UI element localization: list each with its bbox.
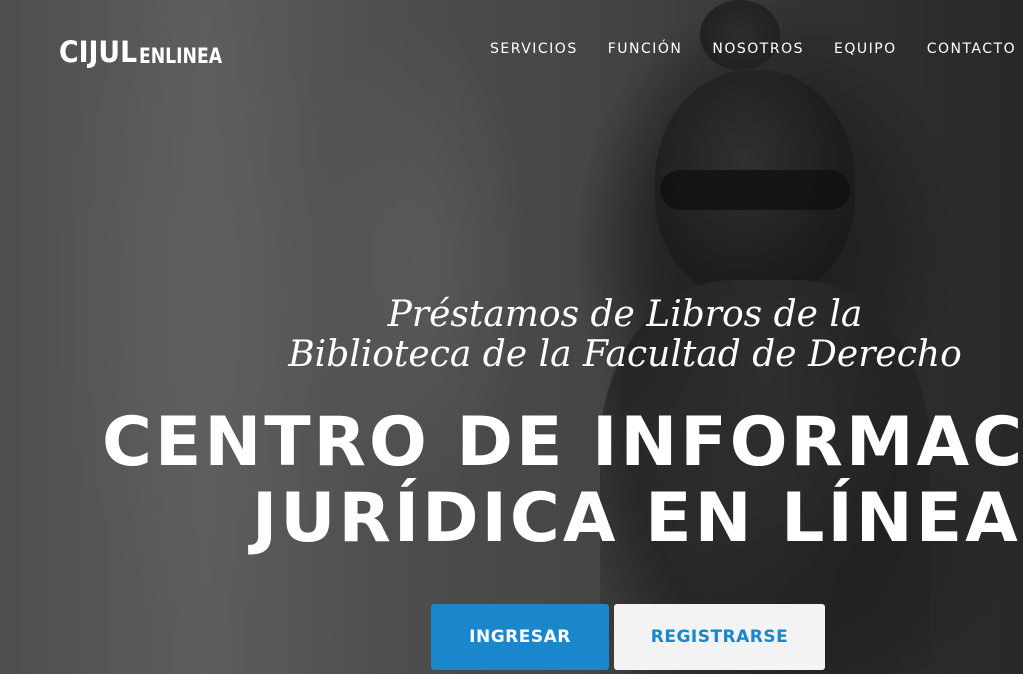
hero-buttons: INGRESAR REGISTRARSE bbox=[431, 604, 825, 670]
nav-item-funcion[interactable]: FUNCIÓN bbox=[608, 41, 683, 57]
hero-section: CIJUL ENLINEA SERVICIOS FUNCIÓN NOSOTROS… bbox=[0, 0, 1023, 674]
hero-title-line2: JURÍDICA EN LÍNEA bbox=[252, 479, 1021, 558]
hero-content: Préstamos de Libros de la Biblioteca de … bbox=[0, 0, 1023, 674]
registrarse-button[interactable]: REGISTRARSE bbox=[614, 604, 825, 670]
hero-title: CENTRO DE INFORMACIÓN JURÍDICA EN LÍNEA bbox=[102, 405, 1023, 557]
site-header: CIJUL ENLINEA SERVICIOS FUNCIÓN NOSOTROS… bbox=[0, 0, 1023, 100]
nav-item-nosotros[interactable]: NOSOTROS bbox=[712, 41, 804, 57]
ingresar-button[interactable]: INGRESAR bbox=[431, 604, 609, 670]
hero-subtitle-line2: Biblioteca de la Facultad de Derecho bbox=[288, 334, 962, 375]
main-nav: SERVICIOS FUNCIÓN NOSOTROS EQUIPO CONTAC… bbox=[490, 41, 1016, 57]
nav-item-servicios[interactable]: SERVICIOS bbox=[490, 41, 578, 57]
logo-light-text: ENLINEA bbox=[138, 44, 222, 68]
hero-subtitle-line1: Préstamos de Libros de la bbox=[387, 294, 863, 335]
nav-item-equipo[interactable]: EQUIPO bbox=[834, 41, 897, 57]
hero-subtitle: Préstamos de Libros de la Biblioteca de … bbox=[180, 295, 1023, 375]
hero-title-line1: CENTRO DE INFORMACIÓN bbox=[102, 403, 1023, 482]
logo-strong-text: CIJUL bbox=[59, 35, 138, 69]
nav-item-contacto[interactable]: CONTACTO bbox=[927, 41, 1016, 57]
site-logo[interactable]: CIJUL ENLINEA bbox=[59, 38, 240, 67]
